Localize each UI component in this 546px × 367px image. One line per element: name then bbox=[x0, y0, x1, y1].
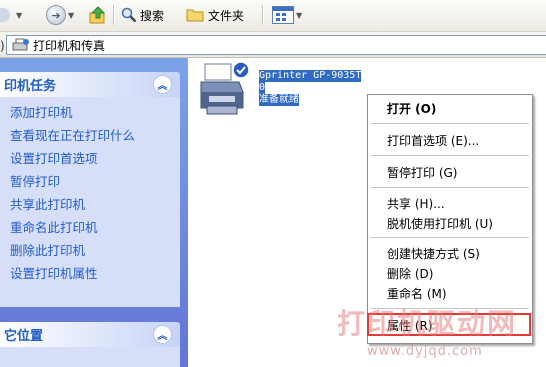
forward-button[interactable]: ➔ ▼ bbox=[46, 4, 74, 26]
other-places-title: 它位置 bbox=[4, 329, 44, 344]
chevron-down-icon: ▼ bbox=[16, 10, 23, 20]
menu-separator bbox=[371, 123, 529, 124]
menu-open[interactable]: 打开 (O) bbox=[368, 99, 532, 119]
search-button[interactable]: 搜索 bbox=[121, 4, 164, 26]
folder-icon bbox=[186, 9, 204, 22]
forward-arrow-icon: ➔ bbox=[46, 5, 66, 25]
menu-separator bbox=[371, 237, 529, 238]
task-view-printing[interactable]: 查看现在正在打印什么 bbox=[10, 124, 180, 147]
views-button[interactable]: ▼ bbox=[272, 4, 302, 26]
folders-label: 文件夹 bbox=[208, 8, 245, 23]
watermark-url: www.dyjqd.com bbox=[367, 344, 483, 359]
printer-tasks-list: 添加打印机 查看现在正在打印什么 设置打印首选项 暂停打印 共享此打印机 重命名… bbox=[0, 97, 180, 307]
task-rename-printer[interactable]: 重命名此打印机 bbox=[10, 216, 180, 239]
other-places-list bbox=[0, 347, 180, 367]
task-share-printer[interactable]: 共享此打印机 bbox=[10, 193, 180, 216]
printer-tasks-header[interactable]: 印机任务 ︽ bbox=[0, 72, 180, 97]
menu-rename[interactable]: 重命名 (M) bbox=[368, 284, 532, 304]
printer-tasks-title: 印机任务 bbox=[4, 79, 57, 94]
task-delete-printer[interactable]: 删除此打印机 bbox=[10, 239, 180, 262]
collapse-up-icon[interactable]: ︽ bbox=[153, 325, 172, 344]
menu-use-offline[interactable]: 脱机使用打印机 (U) bbox=[368, 214, 532, 234]
menu-sharing[interactable]: 共享 (H)... bbox=[368, 194, 532, 214]
address-bar-left-cut: ) bbox=[0, 39, 5, 53]
search-label: 搜索 bbox=[140, 8, 165, 23]
chevron-down-icon: ▼ bbox=[296, 10, 303, 20]
task-printer-properties[interactable]: 设置打印机属性 bbox=[10, 262, 180, 285]
address-bar: ) 打印机和传真 bbox=[0, 32, 546, 58]
printer-doc-count: 0 bbox=[259, 82, 266, 94]
printer-status: 准备就绪 bbox=[259, 94, 299, 106]
toolbar-left-cut bbox=[0, 4, 10, 26]
menu-pause-printing[interactable]: 暂停打印 (G) bbox=[368, 163, 532, 183]
chevron-down-icon: ▼ bbox=[68, 10, 75, 20]
task-pane: 印机任务 ︽ 添加打印机 查看现在正在打印什么 设置打印首选项 暂停打印 共享此… bbox=[0, 58, 188, 367]
printer-item[interactable] bbox=[199, 61, 259, 118]
menu-separator bbox=[371, 308, 529, 309]
views-grid-icon bbox=[272, 6, 294, 24]
up-folder-icon bbox=[88, 5, 108, 25]
task-pause-printing[interactable]: 暂停打印 bbox=[10, 170, 180, 193]
printer-fax-icon bbox=[12, 38, 29, 51]
menu-print-preferences[interactable]: 打印首选项 (E)... bbox=[368, 131, 532, 151]
toolbar: ▼ ➔ ▼ 搜索 文件夹 ▼ bbox=[0, 0, 546, 32]
printer-icon bbox=[200, 61, 250, 115]
menu-delete[interactable]: 删除 (D) bbox=[368, 264, 532, 284]
menu-create-shortcut[interactable]: 创建快捷方式 (S) bbox=[368, 244, 532, 264]
other-places-header[interactable]: 它位置 ︽ bbox=[0, 322, 180, 347]
folders-button[interactable]: 文件夹 bbox=[186, 4, 244, 26]
up-folder-button[interactable] bbox=[88, 4, 108, 26]
address-path: 打印机和传真 bbox=[33, 38, 106, 53]
back-dropdown-button[interactable]: ▼ bbox=[14, 4, 22, 26]
context-menu: 打开 (O) 打印首选项 (E)... 暂停打印 (G) 共享 (H)... 脱… bbox=[367, 94, 533, 344]
menu-separator bbox=[371, 187, 529, 188]
toolbar-separator bbox=[113, 5, 115, 25]
menu-properties[interactable]: 属性 (R) bbox=[368, 316, 532, 336]
task-set-preferences[interactable]: 设置打印首选项 bbox=[10, 147, 180, 170]
toolbar-separator bbox=[262, 5, 264, 25]
search-icon bbox=[121, 7, 137, 23]
address-input[interactable]: 打印机和传真 bbox=[6, 35, 546, 55]
printer-name: Gprinter GP-9035T bbox=[259, 70, 362, 82]
collapse-up-icon[interactable]: ︽ bbox=[153, 75, 172, 94]
menu-separator bbox=[371, 155, 529, 156]
task-add-printer[interactable]: 添加打印机 bbox=[10, 101, 180, 124]
